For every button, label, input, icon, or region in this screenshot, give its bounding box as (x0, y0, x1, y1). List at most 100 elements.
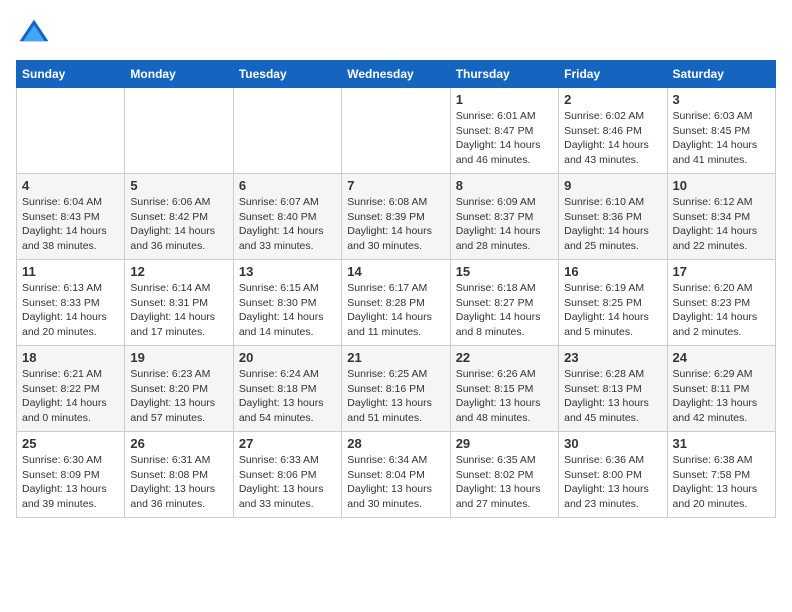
logo-icon (16, 16, 52, 52)
day-info: Sunrise: 6:18 AM Sunset: 8:27 PM Dayligh… (456, 281, 553, 340)
calendar-day-cell: 18Sunrise: 6:21 AM Sunset: 8:22 PM Dayli… (17, 346, 125, 432)
day-number: 31 (673, 436, 770, 451)
day-number: 6 (239, 178, 336, 193)
page-header (16, 16, 776, 52)
calendar-week-row: 25 Sunrise: 6:30 AM Sunset: 8:09 PM Dayli… (17, 432, 776, 518)
calendar-day-cell: 13 Sunrise: 6:15 AM Sunset: 8:30 PM Dayli… (233, 260, 341, 346)
day-info: Sunrise: 6:20 AM Sunset: 8:23 PM Dayligh… (673, 281, 770, 340)
day-number: 4 (22, 178, 119, 193)
calendar-day-cell: 2 Sunrise: 6:02 AM Sunset: 8:46 PM Daylig… (559, 88, 667, 174)
weekday-header: Tuesday (233, 61, 341, 88)
day-info: Sunrise: 6:09 AM Sunset: 8:37 PM Dayligh… (456, 195, 553, 254)
day-number: 2 (564, 92, 661, 107)
calendar-day-cell (125, 88, 233, 174)
calendar-day-cell: 16Sunrise: 6:19 AM Sunset: 8:25 PM Dayli… (559, 260, 667, 346)
day-info: Sunrise: 6:31 AM Sunset: 8:08 PM Dayligh… (130, 453, 227, 512)
calendar-day-cell: 25 Sunrise: 6:30 AM Sunset: 8:09 PM Dayli… (17, 432, 125, 518)
calendar-day-cell: 5 Sunrise: 6:06 AM Sunset: 8:42 PM Daylig… (125, 174, 233, 260)
day-info: Sunrise: 6:24 AM Sunset: 8:18 PM Dayligh… (239, 367, 336, 426)
weekday-header: Friday (559, 61, 667, 88)
day-info: Sunrise: 6:08 AM Sunset: 8:39 PM Dayligh… (347, 195, 444, 254)
day-number: 14 (347, 264, 444, 279)
calendar-day-cell: 3Sunrise: 6:03 AM Sunset: 8:45 PM Daylig… (667, 88, 775, 174)
day-number: 8 (456, 178, 553, 193)
calendar-day-cell: 24 Sunrise: 6:29 AM Sunset: 8:11 PM Dayli… (667, 346, 775, 432)
calendar-week-row: 18Sunrise: 6:21 AM Sunset: 8:22 PM Dayli… (17, 346, 776, 432)
day-info: Sunrise: 6:23 AM Sunset: 8:20 PM Dayligh… (130, 367, 227, 426)
day-number: 1 (456, 92, 553, 107)
calendar-day-cell: 31 Sunrise: 6:38 AM Sunset: 7:58 PM Dayli… (667, 432, 775, 518)
day-info: Sunrise: 6:06 AM Sunset: 8:42 PM Dayligh… (130, 195, 227, 254)
calendar-day-cell: 27 Sunrise: 6:33 AM Sunset: 8:06 PM Dayli… (233, 432, 341, 518)
calendar-day-cell: 30 Sunrise: 6:36 AM Sunset: 8:00 PM Dayli… (559, 432, 667, 518)
calendar-day-cell: 12 Sunrise: 6:14 AM Sunset: 8:31 PM Dayli… (125, 260, 233, 346)
calendar-day-cell: 23 Sunrise: 6:28 AM Sunset: 8:13 PM Dayli… (559, 346, 667, 432)
day-number: 20 (239, 350, 336, 365)
day-info: Sunrise: 6:07 AM Sunset: 8:40 PM Dayligh… (239, 195, 336, 254)
day-number: 10 (673, 178, 770, 193)
calendar-day-cell: 1 Sunrise: 6:01 AM Sunset: 8:47 PM Daylig… (450, 88, 558, 174)
day-info: Sunrise: 6:30 AM Sunset: 8:09 PM Dayligh… (22, 453, 119, 512)
weekday-header: Sunday (17, 61, 125, 88)
calendar-day-cell: 14 Sunrise: 6:17 AM Sunset: 8:28 PM Dayli… (342, 260, 450, 346)
day-info: Sunrise: 6:12 AM Sunset: 8:34 PM Dayligh… (673, 195, 770, 254)
calendar-day-cell: 9 Sunrise: 6:10 AM Sunset: 8:36 PM Daylig… (559, 174, 667, 260)
day-info: Sunrise: 6:25 AM Sunset: 8:16 PM Dayligh… (347, 367, 444, 426)
calendar-day-cell: 20 Sunrise: 6:24 AM Sunset: 8:18 PM Dayli… (233, 346, 341, 432)
day-info: Sunrise: 6:10 AM Sunset: 8:36 PM Dayligh… (564, 195, 661, 254)
day-number: 25 (22, 436, 119, 451)
weekday-header: Wednesday (342, 61, 450, 88)
day-info: Sunrise: 6:34 AM Sunset: 8:04 PM Dayligh… (347, 453, 444, 512)
calendar-day-cell: 15 Sunrise: 6:18 AM Sunset: 8:27 PM Dayli… (450, 260, 558, 346)
day-number: 15 (456, 264, 553, 279)
calendar-header-row: SundayMondayTuesdayWednesdayThursdayFrid… (17, 61, 776, 88)
day-number: 28 (347, 436, 444, 451)
weekday-header: Monday (125, 61, 233, 88)
day-info: Sunrise: 6:01 AM Sunset: 8:47 PM Dayligh… (456, 109, 553, 168)
day-info: Sunrise: 6:14 AM Sunset: 8:31 PM Dayligh… (130, 281, 227, 340)
calendar-week-row: 11 Sunrise: 6:13 AM Sunset: 8:33 PM Dayli… (17, 260, 776, 346)
calendar-day-cell: 11 Sunrise: 6:13 AM Sunset: 8:33 PM Dayli… (17, 260, 125, 346)
calendar-day-cell: 28 Sunrise: 6:34 AM Sunset: 8:04 PM Dayli… (342, 432, 450, 518)
calendar-day-cell (342, 88, 450, 174)
day-number: 17 (673, 264, 770, 279)
calendar-day-cell: 6 Sunrise: 6:07 AM Sunset: 8:40 PM Daylig… (233, 174, 341, 260)
day-number: 30 (564, 436, 661, 451)
calendar-day-cell: 8 Sunrise: 6:09 AM Sunset: 8:37 PM Daylig… (450, 174, 558, 260)
logo (16, 16, 56, 52)
day-info: Sunrise: 6:33 AM Sunset: 8:06 PM Dayligh… (239, 453, 336, 512)
day-info: Sunrise: 6:35 AM Sunset: 8:02 PM Dayligh… (456, 453, 553, 512)
day-number: 11 (22, 264, 119, 279)
calendar-day-cell (233, 88, 341, 174)
day-info: Sunrise: 6:15 AM Sunset: 8:30 PM Dayligh… (239, 281, 336, 340)
day-info: Sunrise: 6:03 AM Sunset: 8:45 PM Dayligh… (673, 109, 770, 168)
calendar-day-cell: 17 Sunrise: 6:20 AM Sunset: 8:23 PM Dayli… (667, 260, 775, 346)
day-info: Sunrise: 6:02 AM Sunset: 8:46 PM Dayligh… (564, 109, 661, 168)
day-info: Sunrise: 6:38 AM Sunset: 7:58 PM Dayligh… (673, 453, 770, 512)
day-info: Sunrise: 6:17 AM Sunset: 8:28 PM Dayligh… (347, 281, 444, 340)
day-info: Sunrise: 6:36 AM Sunset: 8:00 PM Dayligh… (564, 453, 661, 512)
calendar-day-cell (17, 88, 125, 174)
day-number: 19 (130, 350, 227, 365)
day-number: 9 (564, 178, 661, 193)
day-info: Sunrise: 6:29 AM Sunset: 8:11 PM Dayligh… (673, 367, 770, 426)
day-number: 16 (564, 264, 661, 279)
day-number: 18 (22, 350, 119, 365)
day-number: 5 (130, 178, 227, 193)
day-info: Sunrise: 6:26 AM Sunset: 8:15 PM Dayligh… (456, 367, 553, 426)
day-number: 22 (456, 350, 553, 365)
day-number: 13 (239, 264, 336, 279)
day-info: Sunrise: 6:04 AM Sunset: 8:43 PM Dayligh… (22, 195, 119, 254)
calendar-day-cell: 7Sunrise: 6:08 AM Sunset: 8:39 PM Daylig… (342, 174, 450, 260)
day-number: 23 (564, 350, 661, 365)
calendar-day-cell: 26Sunrise: 6:31 AM Sunset: 8:08 PM Dayli… (125, 432, 233, 518)
day-number: 27 (239, 436, 336, 451)
calendar-week-row: 4 Sunrise: 6:04 AM Sunset: 8:43 PM Daylig… (17, 174, 776, 260)
calendar-day-cell: 10 Sunrise: 6:12 AM Sunset: 8:34 PM Dayli… (667, 174, 775, 260)
day-number: 24 (673, 350, 770, 365)
calendar-day-cell: 21Sunrise: 6:25 AM Sunset: 8:16 PM Dayli… (342, 346, 450, 432)
day-info: Sunrise: 6:13 AM Sunset: 8:33 PM Dayligh… (22, 281, 119, 340)
day-number: 12 (130, 264, 227, 279)
day-info: Sunrise: 6:28 AM Sunset: 8:13 PM Dayligh… (564, 367, 661, 426)
calendar-table: SundayMondayTuesdayWednesdayThursdayFrid… (16, 60, 776, 518)
